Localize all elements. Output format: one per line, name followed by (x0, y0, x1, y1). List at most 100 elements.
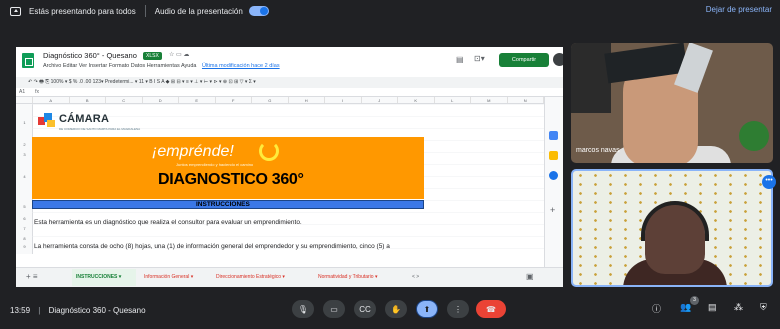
mic-icon: 🎙 (297, 304, 309, 314)
more-options-button[interactable]: ⋮ (447, 300, 469, 318)
column-header[interactable]: B (70, 97, 106, 103)
meeting-name: Diagnóstico 360 - Quesano (48, 306, 146, 315)
document-title[interactable]: Diagnóstico 360° - Quesano (43, 51, 137, 60)
row-header[interactable]: 4 (16, 174, 33, 179)
avatar[interactable] (553, 53, 563, 66)
row-header[interactable]: 7 (16, 226, 33, 231)
column-header[interactable]: J (362, 97, 398, 103)
keep-icon[interactable] (549, 151, 558, 160)
column-header[interactable]: F (216, 97, 252, 103)
menu-bar: Archivo Editar Ver Insertar Formato Dato… (43, 63, 280, 69)
column-header[interactable]: H (289, 97, 325, 103)
diagnostico-title: DIAGNOSTICO 360° (158, 171, 304, 188)
instructions-line-2[interactable]: La herramienta consta de ocho (8) hojas,… (34, 243, 390, 250)
host-controls-icon[interactable]: ⛨ (760, 302, 767, 313)
camera-button[interactable]: ▭ (323, 300, 345, 318)
menu-edit[interactable]: Editar (63, 63, 77, 69)
chat-icon[interactable]: ▤ (708, 302, 717, 313)
column-header[interactable]: K (398, 97, 435, 103)
sheet-toolbar[interactable]: ↶ ↷ 🖶 ⎘ 100% ▾ $ % .0 .00 123▾ Predeterm… (16, 77, 563, 88)
menu-data[interactable]: Datos (131, 63, 145, 69)
tile-more-options-icon[interactable]: ••• (762, 175, 776, 189)
column-headers: A B C D E F G H I J K L M N (16, 97, 544, 104)
menu-file[interactable]: Archivo (43, 63, 61, 69)
present-meet-icon[interactable]: ⊡▾ (474, 54, 485, 63)
tab-informacion-general[interactable]: Información General ▾ (144, 274, 193, 280)
sheet-tabs: + ≡ INSTRUCCIONES ▾ Información General … (16, 267, 563, 287)
people-count-badge: 3 (690, 296, 699, 305)
row-header[interactable]: 2 (16, 142, 33, 147)
camara-title: CÁMARA (59, 113, 110, 125)
raise-hand-button[interactable]: ✋ (385, 300, 407, 318)
column-header[interactable]: M (471, 97, 508, 103)
add-sheet-icon[interactable]: + ≡ (26, 272, 38, 281)
instructions-title: INSTRUCCIONES (196, 201, 250, 208)
tab-scroll-arrows[interactable]: < > (412, 274, 419, 280)
column-header[interactable]: E (179, 97, 216, 103)
formula-bar[interactable]: A1 fx (16, 88, 563, 97)
camara-logo-icon (38, 113, 56, 128)
microphone-button[interactable]: 🎙 (292, 300, 314, 318)
explore-icon[interactable]: ▣ (526, 272, 534, 281)
presenting-bar: Estás presentando para todos Audio de la… (0, 0, 780, 22)
presentation-audio-label: Audio de la presentación (154, 6, 243, 16)
comments-icon[interactable]: ▤ (456, 55, 464, 64)
sheets-logo-icon[interactable] (22, 53, 34, 68)
menu-tools[interactable]: Herramientas (147, 63, 180, 69)
info-icon[interactable]: ⓘ (652, 302, 661, 315)
last-edit-link[interactable]: Última modificación hace 2 días (202, 63, 280, 69)
menu-help[interactable]: Ayuda (181, 63, 197, 69)
calendar-icon[interactable] (549, 131, 558, 140)
menu-insert[interactable]: Insertar (89, 63, 108, 69)
background-plant (739, 121, 769, 151)
leave-call-button[interactable]: ☎ (476, 300, 506, 318)
column-header[interactable]: N (508, 97, 544, 103)
column-header[interactable]: C (106, 97, 143, 103)
tab-normatividad[interactable]: Normatividad y Tributario ▾ (318, 274, 377, 280)
divider (144, 5, 146, 17)
row-header[interactable]: 8 (16, 236, 33, 241)
present-icon: ⬆ (423, 304, 431, 314)
present-screen-icon (10, 6, 21, 16)
activities-icon[interactable]: ⁂ (734, 302, 743, 313)
participant-name: marcos navas (576, 147, 620, 154)
participant-tile-1[interactable] (571, 43, 773, 163)
column-header[interactable]: I (325, 97, 362, 103)
divider: | (38, 306, 41, 315)
column-header[interactable]: G (252, 97, 289, 103)
add-addon-icon[interactable]: + (550, 205, 555, 215)
captions-button[interactable]: CC (354, 300, 376, 318)
column-header[interactable]: A (33, 97, 70, 103)
menu-view[interactable]: Ver (79, 63, 87, 69)
tab-direccionamiento[interactable]: Direccionamiento Estratégico ▾ (216, 274, 285, 280)
tasks-icon[interactable] (549, 171, 558, 180)
tab-instrucciones[interactable]: INSTRUCCIONES ▾ (76, 274, 121, 280)
instructions-line-1[interactable]: Esta herramienta es un diagnóstico que r… (34, 219, 302, 226)
column-header[interactable]: L (435, 97, 471, 103)
share-label: Compartir (511, 57, 537, 63)
menu-format[interactable]: Formato (109, 63, 129, 69)
row-header[interactable]: 3 (16, 152, 33, 157)
stop-presenting-button[interactable]: Dejar de presentar (706, 5, 772, 14)
more-vert-icon: ⋮ (454, 304, 462, 314)
row-header[interactable]: 6 (16, 216, 33, 221)
presentation-audio-toggle[interactable] (248, 6, 269, 16)
clock: 13:59 (10, 306, 31, 315)
emprende-tagline: Juntos emprendiendo y haciendo el camino (176, 162, 254, 167)
people-icon[interactable]: 👥 (680, 302, 691, 313)
side-panel: + (544, 97, 563, 267)
captions-icon: CC (359, 304, 371, 314)
row-header[interactable]: 1 (16, 120, 33, 125)
participant-tile-self[interactable] (571, 169, 773, 287)
row-header[interactable]: 5 (16, 204, 33, 209)
corner-cell[interactable] (16, 97, 33, 103)
row-header[interactable]: 9 (16, 244, 33, 249)
camara-subtitle: DE COMERCIO DE SANTO MARTA PARA EL MAGDA… (59, 127, 141, 131)
column-header[interactable]: D (143, 97, 179, 103)
cell-reference: A1 (19, 89, 26, 95)
row-headers: 1 2 3 4 5 6 7 8 9 (16, 104, 33, 254)
present-button[interactable]: ⬆ (416, 300, 438, 318)
emprende-logo-text: ¡emprénde! (152, 143, 234, 160)
share-button[interactable]: Compartir (499, 53, 549, 67)
star-icon[interactable]: ☆ ▭ ☁ (169, 51, 189, 58)
